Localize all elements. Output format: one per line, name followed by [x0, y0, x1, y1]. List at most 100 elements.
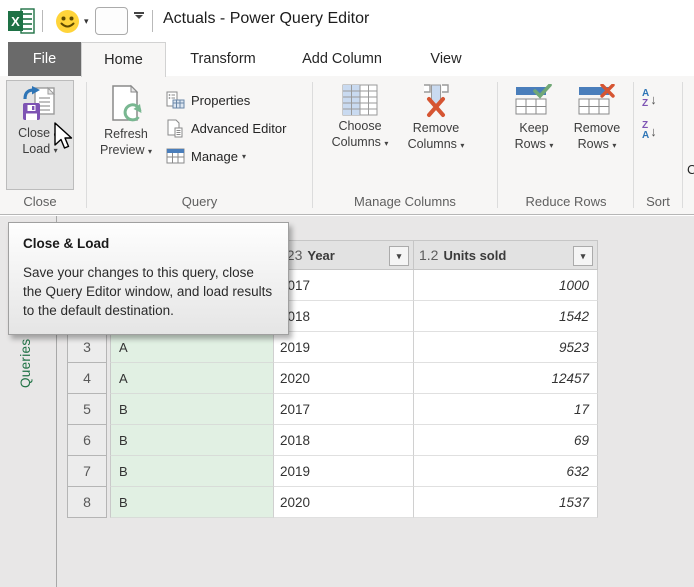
- advanced-editor-icon: [166, 119, 185, 138]
- advanced-editor-label: Advanced Editor: [191, 121, 286, 136]
- mouse-cursor-icon: [53, 122, 75, 152]
- units-sold-cell[interactable]: 1542: [414, 301, 598, 332]
- row-number-cell[interactable]: 7: [67, 456, 107, 487]
- ribbon-home: Close & Load ▾ Close Refresh Preview ▾: [0, 76, 694, 215]
- table-row: 4 A 2020 12457: [67, 363, 598, 394]
- year-filter-dropdown[interactable]: ▾: [389, 246, 409, 266]
- sort-za-bottom-letter: A: [642, 131, 649, 141]
- row-number-cell[interactable]: 3: [67, 332, 107, 363]
- choose-columns-label-line1: Choose: [338, 119, 381, 133]
- smiley-dropdown-caret-icon[interactable]: ▾: [84, 16, 89, 27]
- dropdown-caret-icon: ▾: [612, 141, 616, 150]
- units-sold-cell[interactable]: 12457: [414, 363, 598, 394]
- tab-view[interactable]: View: [418, 42, 474, 76]
- tab-file[interactable]: File: [8, 42, 81, 76]
- dropdown-caret-icon: ▾: [242, 152, 246, 161]
- table-row: 3 A 2019 9523: [67, 332, 598, 363]
- remove-columns-label-line1: Remove: [413, 121, 460, 135]
- year-cell[interactable]: 2018: [274, 425, 414, 456]
- units-sold-cell[interactable]: 69: [414, 425, 598, 456]
- year-cell[interactable]: 2019: [274, 332, 414, 363]
- year-column-header[interactable]: 123 Year ▾: [274, 240, 414, 270]
- sort-ascending-button[interactable]: A Z ↓: [642, 86, 676, 112]
- row-number-cell[interactable]: 8: [67, 487, 107, 518]
- properties-label: Properties: [191, 93, 250, 108]
- group-label-sort: Sort: [635, 194, 681, 209]
- titlebar-divider: [152, 10, 153, 32]
- units-sold-cell[interactable]: 9523: [414, 332, 598, 363]
- tab-transform[interactable]: Transform: [178, 42, 268, 76]
- group-divider: [633, 82, 634, 208]
- units-sold-cell[interactable]: 17: [414, 394, 598, 425]
- manage-icon: [166, 148, 185, 164]
- qat-customize-caret-icon: [135, 15, 143, 19]
- remove-columns-button[interactable]: Remove Columns ▾: [399, 80, 473, 190]
- dropdown-caret-icon: ▾: [384, 139, 388, 148]
- qat-blank-button[interactable]: [95, 7, 128, 35]
- dropdown-caret-icon: ▾: [549, 141, 553, 150]
- qat-customize-toolbar-button[interactable]: [133, 12, 145, 19]
- product-cell[interactable]: B: [110, 425, 274, 456]
- smiley-qat-button-icon[interactable]: [55, 9, 80, 34]
- svg-text:X: X: [11, 14, 20, 29]
- table-row: 8 B 2020 1537: [67, 487, 598, 518]
- tooltip-title: Close & Load: [23, 236, 274, 251]
- advanced-editor-button[interactable]: Advanced Editor: [166, 116, 286, 140]
- units-sold-column-header[interactable]: 1.2 Units sold ▾: [414, 240, 598, 270]
- product-cell[interactable]: B: [110, 456, 274, 487]
- manage-label: Manage: [191, 149, 238, 164]
- product-cell[interactable]: A: [110, 363, 274, 394]
- keep-rows-icon: [515, 84, 553, 118]
- row-number-cell[interactable]: 4: [67, 363, 107, 394]
- decimal-number-type-icon[interactable]: 1.2: [419, 247, 438, 263]
- units-sold-cell[interactable]: 632: [414, 456, 598, 487]
- properties-button[interactable]: Properties: [166, 88, 250, 112]
- group-label-query: Query: [92, 194, 307, 209]
- year-cell[interactable]: 2017: [274, 270, 414, 301]
- table-row: 6 B 2018 69: [67, 425, 598, 456]
- year-column-title: Year: [307, 248, 334, 263]
- units-sold-cell[interactable]: 1537: [414, 487, 598, 518]
- tab-home[interactable]: Home: [81, 42, 166, 77]
- year-cell[interactable]: 2018: [274, 301, 414, 332]
- choose-columns-label-line2: Columns: [332, 135, 381, 149]
- choose-columns-icon: [342, 84, 378, 116]
- group-label-manage-columns: Manage Columns: [315, 194, 495, 209]
- refresh-preview-button[interactable]: Refresh Preview ▾: [92, 80, 160, 190]
- year-cell[interactable]: 2020: [274, 363, 414, 394]
- year-cell[interactable]: 2019: [274, 456, 414, 487]
- year-cell[interactable]: 2017: [274, 394, 414, 425]
- table-row: 7 B 2019 632: [67, 456, 598, 487]
- sort-descending-button[interactable]: Z A ↓: [642, 118, 676, 144]
- product-cell[interactable]: A: [110, 332, 274, 363]
- units-sold-column-title: Units sold: [443, 248, 506, 263]
- group-label-close: Close: [6, 194, 74, 209]
- excel-app-icon: X: [8, 8, 35, 34]
- row-number-cell[interactable]: 5: [67, 394, 107, 425]
- titlebar-divider: [42, 10, 43, 32]
- down-arrow-icon: ↓: [650, 92, 657, 107]
- tab-add-column[interactable]: Add Column: [292, 42, 392, 76]
- refresh-preview-label-line2: Preview: [100, 143, 144, 157]
- keep-rows-label-line1: Keep: [519, 121, 548, 135]
- units-sold-filter-dropdown[interactable]: ▾: [573, 246, 593, 266]
- row-number-cell[interactable]: 6: [67, 425, 107, 456]
- remove-rows-button[interactable]: Remove Rows ▾: [566, 80, 628, 190]
- keep-rows-button[interactable]: Keep Rows ▾: [504, 80, 564, 190]
- properties-icon: [166, 91, 185, 109]
- group-label-reduce-rows: Reduce Rows: [499, 194, 633, 209]
- choose-columns-button[interactable]: Choose Columns ▾: [323, 80, 397, 190]
- units-sold-cell[interactable]: 1000: [414, 270, 598, 301]
- product-cell[interactable]: B: [110, 487, 274, 518]
- group-divider: [312, 82, 313, 208]
- dropdown-caret-icon: ▾: [148, 147, 152, 156]
- manage-button[interactable]: Manage ▾: [166, 144, 246, 168]
- remove-columns-icon: [418, 84, 454, 118]
- qat-customize-bar-icon: [134, 12, 144, 14]
- product-cell[interactable]: B: [110, 394, 274, 425]
- window-title: Actuals - Power Query Editor: [163, 10, 369, 28]
- sort-az-bottom-letter: Z: [642, 99, 649, 109]
- year-cell[interactable]: 2020: [274, 487, 414, 518]
- close-load-label-line2: Load: [22, 142, 50, 156]
- tooltip-body: Save your changes to this query, close t…: [23, 263, 273, 320]
